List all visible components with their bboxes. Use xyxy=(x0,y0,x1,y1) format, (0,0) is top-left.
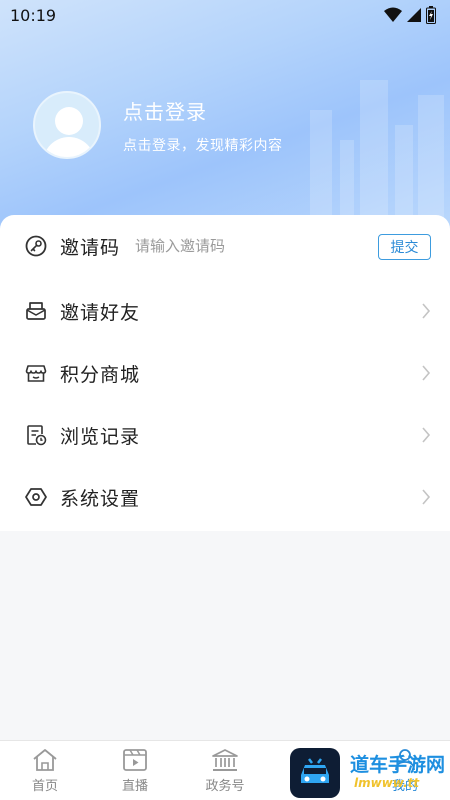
chevron-right-icon xyxy=(420,425,432,445)
submit-button[interactable]: 提交 xyxy=(378,234,431,260)
tab-live[interactable]: 直播 xyxy=(90,741,180,800)
status-bar: 10:19 xyxy=(0,0,450,30)
mail-icon xyxy=(24,299,48,323)
chevron-right-icon xyxy=(420,487,432,507)
key-icon xyxy=(24,234,48,258)
watermark-url: lmwww.tt xyxy=(354,776,420,790)
home-icon xyxy=(32,747,58,773)
tab-label: 政务号 xyxy=(205,779,245,794)
chevron-right-icon xyxy=(420,363,432,383)
wifi-icon xyxy=(384,7,402,22)
watermark-logo xyxy=(290,748,340,798)
status-icons xyxy=(384,6,436,24)
tab-label: 首页 xyxy=(31,779,58,794)
menu-item-points-mall[interactable]: 积分商城 xyxy=(0,342,450,404)
menu-item-system-settings[interactable]: 系统设置 xyxy=(0,466,450,528)
invite-code-label: 邀请码 xyxy=(60,236,121,259)
menu-item-browse-history[interactable]: 浏览记录 xyxy=(0,404,450,466)
cellular-signal-icon xyxy=(407,8,421,22)
tab-home[interactable]: 首页 xyxy=(0,741,90,800)
history-icon xyxy=(24,423,48,447)
watermark: 道车手游网 lmwww.tt xyxy=(290,744,450,800)
login-title[interactable]: 点击登录 xyxy=(123,96,283,125)
government-icon xyxy=(211,747,239,773)
menu-item-label: 邀请好友 xyxy=(60,301,141,324)
invite-code-row: 邀请码 提交 xyxy=(0,215,450,277)
menu-item-label: 系统设置 xyxy=(60,487,141,510)
tab-government[interactable]: 政务号 xyxy=(180,741,270,800)
status-time: 10:19 xyxy=(10,5,57,25)
menu-item-invite-friends[interactable]: 邀请好友 xyxy=(0,280,450,342)
invite-code-input[interactable] xyxy=(135,234,365,258)
chevron-right-icon xyxy=(420,301,432,321)
store-icon xyxy=(24,361,48,385)
menu-item-label: 浏览记录 xyxy=(60,425,141,448)
battery-icon xyxy=(426,6,436,24)
live-video-icon xyxy=(122,747,148,773)
avatar[interactable] xyxy=(33,91,101,159)
settings-hex-icon xyxy=(24,485,48,509)
watermark-text: 道车手游网 xyxy=(350,754,446,776)
menu-item-label: 积分商城 xyxy=(60,363,141,386)
menu-card: 邀请码 提交 邀请好友 积分商城 浏览记录 系统设置 xyxy=(0,215,450,531)
tab-label: 直播 xyxy=(121,779,148,794)
login-subtitle: 点击登录，发现精彩内容 xyxy=(123,137,283,154)
login-profile[interactable]: 点击登录 点击登录，发现精彩内容 xyxy=(33,91,283,159)
